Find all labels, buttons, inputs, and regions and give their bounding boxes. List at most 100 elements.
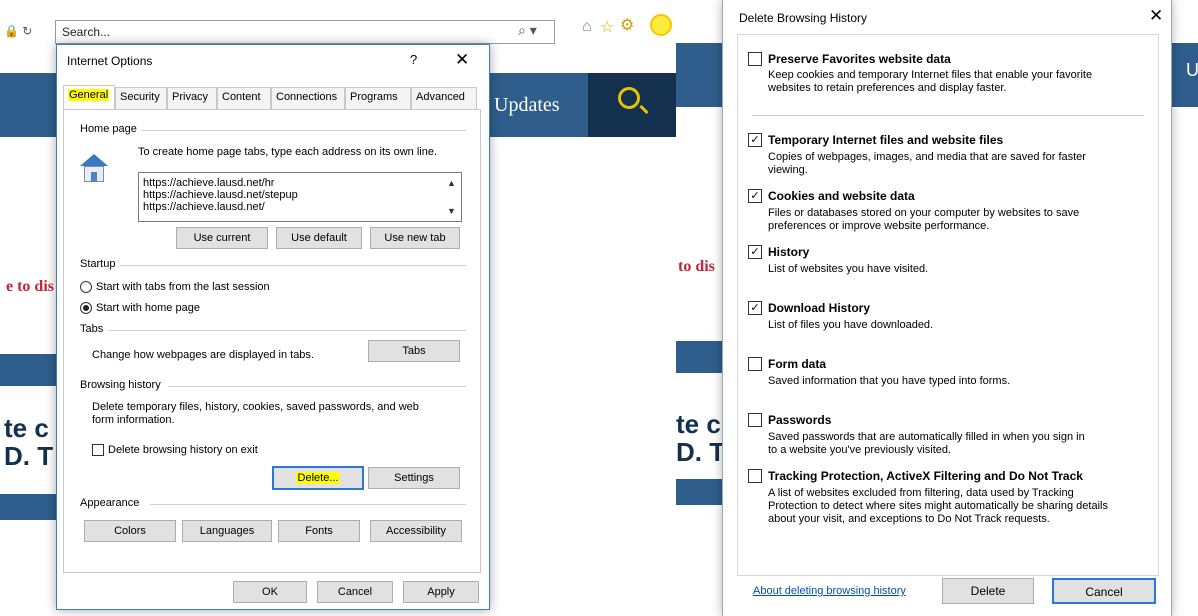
description-line: form information. [92, 414, 175, 426]
passwords-checkbox[interactable] [748, 413, 762, 427]
description-line: Saved passwords that are automatically f… [768, 431, 1085, 443]
temporary-files-checkbox[interactable]: ✓ [748, 133, 762, 147]
tab-security[interactable]: Security [115, 87, 167, 109]
nav-updates[interactable]: Updates [494, 94, 560, 117]
download-history-checkbox[interactable]: ✓ [748, 301, 762, 315]
dialog-title: Internet Options [67, 54, 153, 68]
use-current-button[interactable]: Use current [176, 227, 268, 249]
home-icon[interactable]: ⌂ [582, 18, 592, 36]
page-heading-line: D. T [676, 437, 726, 467]
page-heading-fragment: te c D. T [676, 410, 725, 466]
tabs-settings-button[interactable]: Tabs [368, 340, 460, 362]
refresh-icon[interactable]: 🔒 ↻ [4, 24, 32, 38]
magnifier-icon [618, 87, 640, 109]
group-label-tabs: Tabs [80, 323, 108, 335]
fonts-button[interactable]: Fonts [278, 520, 360, 542]
description-line: about your visit, and exceptions to Do N… [768, 513, 1050, 525]
group-divider [150, 504, 466, 505]
description-line: Protection to detect where sites might a… [768, 500, 1108, 512]
option-title: Download History [768, 301, 871, 315]
radio-label: Start with home page [96, 302, 200, 314]
delete-history-button[interactable]: Delete... [272, 466, 364, 490]
url-line: https://achieve.lausd.net/stepup [143, 189, 298, 201]
option-description: A list of websites excluded from filteri… [768, 487, 1158, 526]
search-dropdown-icon[interactable]: ⌕ ▾ [518, 22, 537, 39]
page-text-fragment: e to dis [6, 278, 54, 295]
tracking-protection-checkbox[interactable] [748, 469, 762, 483]
group-divider [120, 265, 466, 266]
description-line: Saved information that you have typed in… [768, 375, 1011, 387]
apply-button[interactable]: Apply [403, 581, 479, 603]
tab-advanced[interactable]: Advanced [411, 87, 477, 109]
preserve-favorites-checkbox[interactable] [748, 52, 762, 66]
tab-general[interactable]: General [63, 85, 115, 109]
use-new-tab-button[interactable]: Use new tab [370, 227, 460, 249]
close-button[interactable]: ✕ [1149, 6, 1163, 26]
history-checkbox[interactable]: ✓ [748, 245, 762, 259]
tab-strip: General Security Privacy Content Connect… [63, 85, 481, 109]
cancel-button[interactable]: Cancel [317, 581, 393, 603]
home-page-urls-textarea[interactable]: https://achieve.lausd.net/hr https://ach… [138, 172, 462, 222]
ok-button[interactable]: OK [233, 581, 307, 603]
radio-last-session[interactable] [80, 281, 92, 293]
group-divider [168, 386, 466, 387]
separator [752, 115, 1144, 116]
gear-icon[interactable]: ⚙ [620, 15, 634, 35]
option-title: Tracking Protection, ActiveX Filtering a… [768, 469, 1083, 483]
colors-button[interactable]: Colors [84, 520, 176, 542]
close-button[interactable]: ✕ [455, 50, 469, 70]
tab-programs[interactable]: Programs [345, 87, 411, 109]
about-deleting-history-link[interactable]: About deleting browsing history [753, 585, 906, 597]
delete-on-exit-checkbox[interactable] [92, 444, 104, 456]
favorites-star-icon[interactable]: ☆ [600, 17, 614, 37]
accessibility-button[interactable]: Accessibility [370, 520, 462, 542]
url-line: https://achieve.lausd.net/hr [143, 177, 275, 189]
dialog-title: Delete Browsing History [739, 11, 868, 25]
page-heading-line: D. T [4, 441, 54, 471]
help-button[interactable]: ? [410, 52, 417, 67]
option-description: Saved information that you have typed in… [768, 375, 1158, 388]
dialog-titlebar: Internet Options ? ✕ [57, 45, 489, 77]
description-line: preferences or improve website performan… [768, 220, 990, 232]
option-description: Copies of webpages, images, and media th… [768, 151, 1158, 177]
option-description: Keep cookies and temporary Internet file… [768, 69, 1158, 95]
tab-privacy[interactable]: Privacy [167, 87, 217, 109]
site-search-button[interactable] [588, 73, 676, 137]
page-text-fragment: to dis [678, 258, 715, 275]
option-title: Preserve Favorites website data [768, 52, 951, 66]
use-default-button[interactable]: Use default [276, 227, 362, 249]
scroll-up-icon[interactable]: ▲ [447, 177, 456, 189]
scroll-down-icon[interactable]: ▼ [447, 205, 456, 217]
form-data-checkbox[interactable] [748, 357, 762, 371]
cancel-button[interactable]: Cancel [1052, 578, 1156, 604]
languages-button[interactable]: Languages [182, 520, 272, 542]
delete-button[interactable]: Delete [942, 578, 1034, 604]
option-title: Form data [768, 357, 827, 371]
button-label: Delete... [295, 472, 341, 484]
page-banner-strip [0, 494, 56, 520]
browsing-history-description: Delete temporary files, history, cookies… [92, 401, 462, 427]
option-description: List of websites you have visited. [768, 263, 1158, 276]
description-line: A list of websites excluded from filteri… [768, 487, 1074, 499]
cookies-checkbox[interactable]: ✓ [748, 189, 762, 203]
feedback-smile-icon[interactable] [650, 14, 672, 36]
option-title: History [768, 245, 810, 259]
tab-content[interactable]: Content [217, 87, 271, 109]
search-input[interactable]: Search... [55, 20, 555, 44]
tab-connections[interactable]: Connections [271, 87, 345, 109]
group-label-browsing-history: Browsing history [80, 379, 165, 391]
description-line: Files or databases stored on your comput… [768, 207, 1080, 219]
textarea-scrollbar[interactable]: ▲ ▼ [445, 175, 459, 219]
home-roof-shape [80, 154, 108, 166]
page-heading-fragment: te c D. T [4, 414, 53, 470]
page-heading-line: te c [676, 409, 721, 439]
home-door-shape [91, 172, 97, 182]
tabs-description: Change how webpages are displayed in tab… [92, 349, 314, 361]
group-divider [140, 130, 466, 131]
tab-label: General [68, 89, 110, 101]
radio-home-page[interactable] [80, 302, 92, 314]
history-settings-button[interactable]: Settings [368, 467, 460, 489]
description-line: viewing. [768, 164, 808, 176]
checkbox-label: Delete browsing history on exit [108, 444, 258, 456]
page-heading-line: te c [4, 413, 49, 443]
